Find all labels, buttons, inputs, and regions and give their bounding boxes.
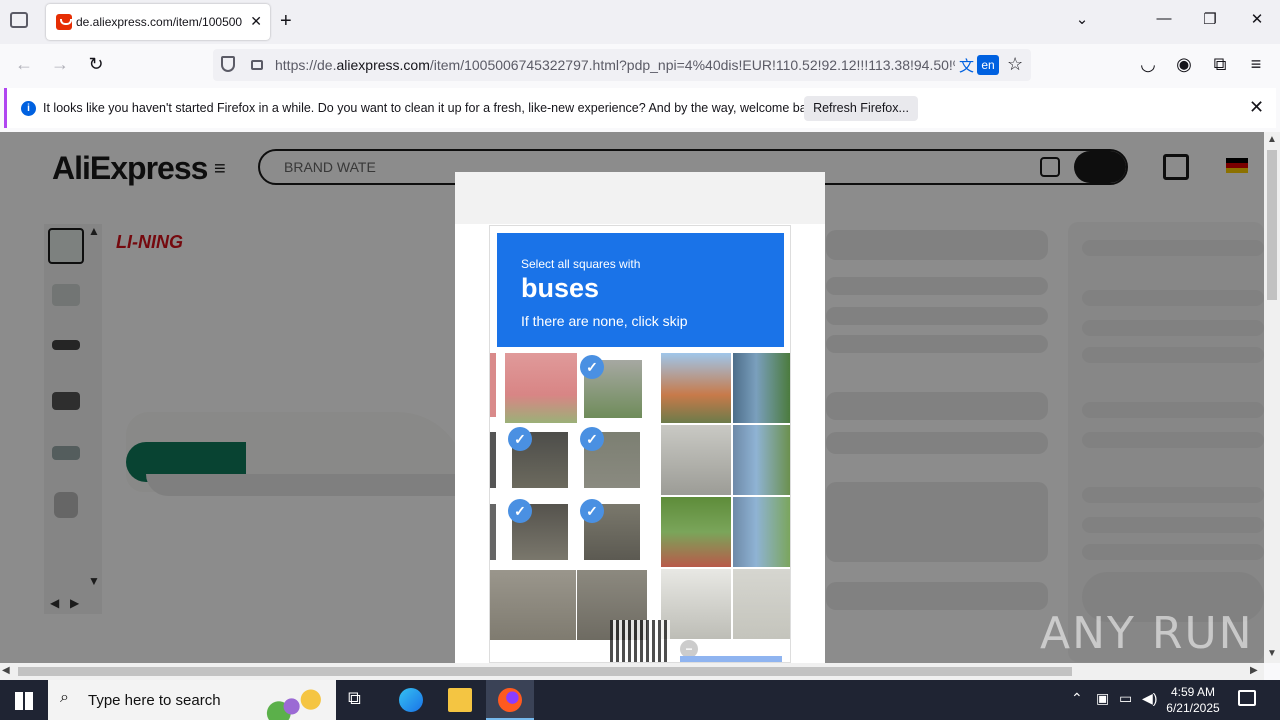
anyrun-watermark: ANY RUN: [1040, 608, 1254, 659]
captcha-prompt: Select all squares with buses If there a…: [497, 233, 784, 347]
captcha-tile[interactable]: [661, 569, 731, 639]
translate-language-badge[interactable]: en: [977, 55, 999, 75]
translate-icon[interactable]: 文: [959, 55, 974, 76]
horizontal-scrollbar[interactable]: ◀ ▶: [0, 663, 1264, 680]
captcha-tile-edge[interactable]: [490, 353, 496, 417]
captcha-tile[interactable]: [661, 425, 731, 495]
volume-icon[interactable]: ◀): [1142, 690, 1157, 707]
taskbar-clock[interactable]: 4:59 AM 6/21/2025: [1160, 684, 1226, 716]
flowers-search-highlight-icon: [266, 686, 330, 720]
task-view-icon[interactable]: ⧉: [348, 688, 372, 712]
lock-icon[interactable]: [251, 60, 263, 70]
taskbar-search-placeholder[interactable]: Type here to search: [88, 692, 221, 709]
info-icon: i: [21, 101, 36, 116]
pocket-icon[interactable]: ◡: [1136, 54, 1160, 75]
search-icon: ⌕: [60, 689, 69, 706]
captcha-tile[interactable]: [733, 353, 790, 423]
account-icon[interactable]: ◉: [1172, 54, 1196, 75]
scroll-thumb-horizontal[interactable]: [18, 667, 1072, 676]
tab-list-icon[interactable]: [10, 12, 28, 28]
url-text[interactable]: https://de.aliexpress.com/item/100500674…: [275, 57, 955, 73]
captcha-tile[interactable]: [505, 353, 577, 423]
tab-close-icon[interactable]: ✕: [250, 13, 262, 30]
captcha-tile[interactable]: [661, 353, 731, 423]
selected-check-icon: ✓: [508, 427, 532, 451]
clock-time: 4:59 AM: [1170, 685, 1216, 699]
edge-icon[interactable]: [399, 688, 423, 712]
taskbar: ⌕ Type here to search ⧉ ⌃ ▣ ▭ ◀) 4:59 AM…: [0, 680, 1280, 720]
selected-check-icon: ✓: [508, 499, 532, 523]
tab-title: de.aliexpress.com/item/100500: [76, 15, 243, 29]
vertical-scrollbar[interactable]: ▲ ▼: [1264, 132, 1280, 663]
captcha-skip-hint: If there are none, click skip: [521, 313, 688, 329]
list-all-tabs-icon[interactable]: ⌄: [1070, 10, 1094, 28]
qr-code-image: [610, 620, 670, 662]
reload-icon[interactable]: ↻: [84, 54, 108, 75]
selected-check-icon: ✓: [580, 499, 604, 523]
refresh-firefox-button[interactable]: Refresh Firefox...: [804, 96, 918, 121]
captcha-tile[interactable]: [733, 497, 790, 567]
clock-date: 6/21/2025: [1166, 701, 1220, 715]
firefox-icon: [498, 688, 522, 712]
selected-check-icon: ✓: [580, 355, 604, 379]
captcha-tile[interactable]: [661, 497, 731, 567]
captcha-challenge: Select all squares with buses If there a…: [489, 225, 791, 663]
url-bar[interactable]: https://de.aliexpress.com/item/100500674…: [213, 49, 1031, 81]
window-close-icon[interactable]: ✕: [1245, 10, 1269, 28]
captcha-tile-edge[interactable]: [490, 432, 496, 488]
tab-strip: de.aliexpress.com/item/100500 ✕ + ⌄ — ❐ …: [0, 0, 1280, 44]
captcha-tile-edge[interactable]: [490, 504, 496, 560]
notification-close-icon[interactable]: ✕: [1249, 97, 1264, 118]
forward-icon[interactable]: →: [48, 54, 72, 75]
file-explorer-icon[interactable]: [448, 688, 472, 712]
notification-center-icon[interactable]: [1238, 690, 1256, 706]
selected-check-icon: ✓: [580, 427, 604, 451]
extensions-icon[interactable]: ⧉: [1208, 54, 1232, 75]
menu-icon[interactable]: ≡: [1244, 54, 1268, 75]
network-icon[interactable]: ▭: [1119, 690, 1132, 707]
new-tab-icon[interactable]: +: [280, 10, 292, 33]
aliexpress-favicon-icon: [56, 14, 72, 30]
windows-start-icon[interactable]: [15, 692, 33, 710]
notification-bar: i It looks like you haven't started Fire…: [4, 88, 1276, 128]
scroll-right-icon[interactable]: ▶: [1250, 665, 1258, 676]
back-icon[interactable]: ←: [12, 54, 36, 75]
navigation-bar: ← → ↻ https://de.aliexpress.com/item/100…: [0, 44, 1280, 86]
captcha-tile[interactable]: [733, 569, 790, 639]
captcha-target: buses: [521, 273, 600, 303]
device-icon[interactable]: ▣: [1096, 690, 1109, 707]
bookmark-star-icon[interactable]: ☆: [1007, 54, 1023, 75]
verify-button[interactable]: [680, 656, 782, 662]
captcha-instruction: Select all squares with: [521, 257, 641, 271]
minimize-icon[interactable]: —: [1152, 10, 1176, 27]
tab-aliexpress[interactable]: de.aliexpress.com/item/100500 ✕: [46, 4, 270, 40]
captcha-tile[interactable]: [490, 570, 576, 640]
taskbar-search[interactable]: ⌕ Type here to search: [48, 680, 336, 720]
scroll-up-icon[interactable]: ▲: [1267, 134, 1277, 145]
scroll-thumb[interactable]: [1267, 150, 1277, 300]
firefox-taskbar-button[interactable]: [486, 680, 534, 720]
captcha-tile[interactable]: [733, 425, 790, 495]
notification-message: It looks like you haven't started Firefo…: [43, 101, 823, 115]
show-hidden-icons-icon[interactable]: ⌃: [1071, 690, 1083, 707]
scroll-left-icon[interactable]: ◀: [2, 665, 10, 676]
captcha-header: [455, 172, 825, 224]
shield-icon[interactable]: [221, 56, 235, 72]
restore-icon[interactable]: ❐: [1198, 10, 1222, 28]
scroll-down-icon[interactable]: ▼: [1267, 648, 1277, 659]
